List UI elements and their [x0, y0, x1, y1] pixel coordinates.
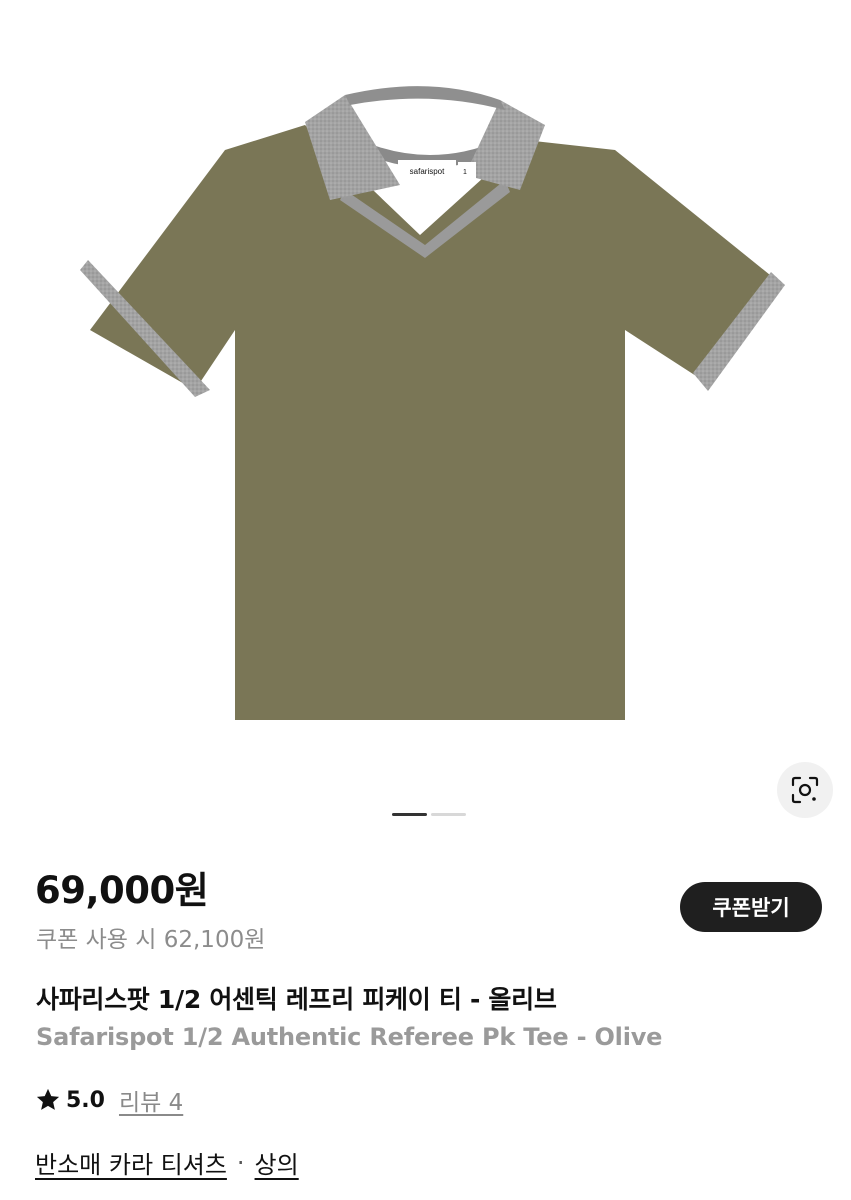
slide-indicator-active[interactable]	[392, 813, 427, 816]
get-coupon-button[interactable]: 쿠폰받기	[680, 882, 822, 932]
product-title-korean: 사파리스팟 1/2 어센틱 레프리 피케이 티 - 올리브	[36, 985, 557, 1014]
coupon-price: 쿠폰 사용 시 62,100원	[36, 927, 266, 953]
category-breadcrumb: 반소매 카라 티셔츠 · 상의	[35, 1145, 299, 1180]
category-link-tops[interactable]: 상의	[255, 1145, 299, 1180]
category-separator: ·	[236, 1148, 245, 1177]
rating-row: 5.0 리뷰 4	[34, 1082, 183, 1118]
product-image: safarispot 1	[80, 86, 785, 720]
star-icon	[34, 1086, 62, 1114]
label-size: 1	[463, 169, 467, 176]
rating-value: 5.0	[66, 1087, 105, 1113]
slide-indicator[interactable]	[431, 813, 466, 816]
product-price: 69,000원	[35, 869, 209, 912]
product-image-area[interactable]: safarispot 1	[0, 0, 851, 840]
collar-band	[345, 86, 505, 110]
image-search-button[interactable]	[777, 762, 833, 818]
image-search-icon	[791, 776, 819, 804]
category-link-collar-tee[interactable]: 반소매 카라 티셔츠	[35, 1145, 227, 1180]
product-title-english: Safarispot 1/2 Authentic Referee Pk Tee …	[36, 1023, 663, 1051]
review-count-link[interactable]: 리뷰 4	[119, 1083, 183, 1117]
shirt-body	[90, 125, 770, 720]
label-brand: safarispot	[410, 167, 445, 176]
